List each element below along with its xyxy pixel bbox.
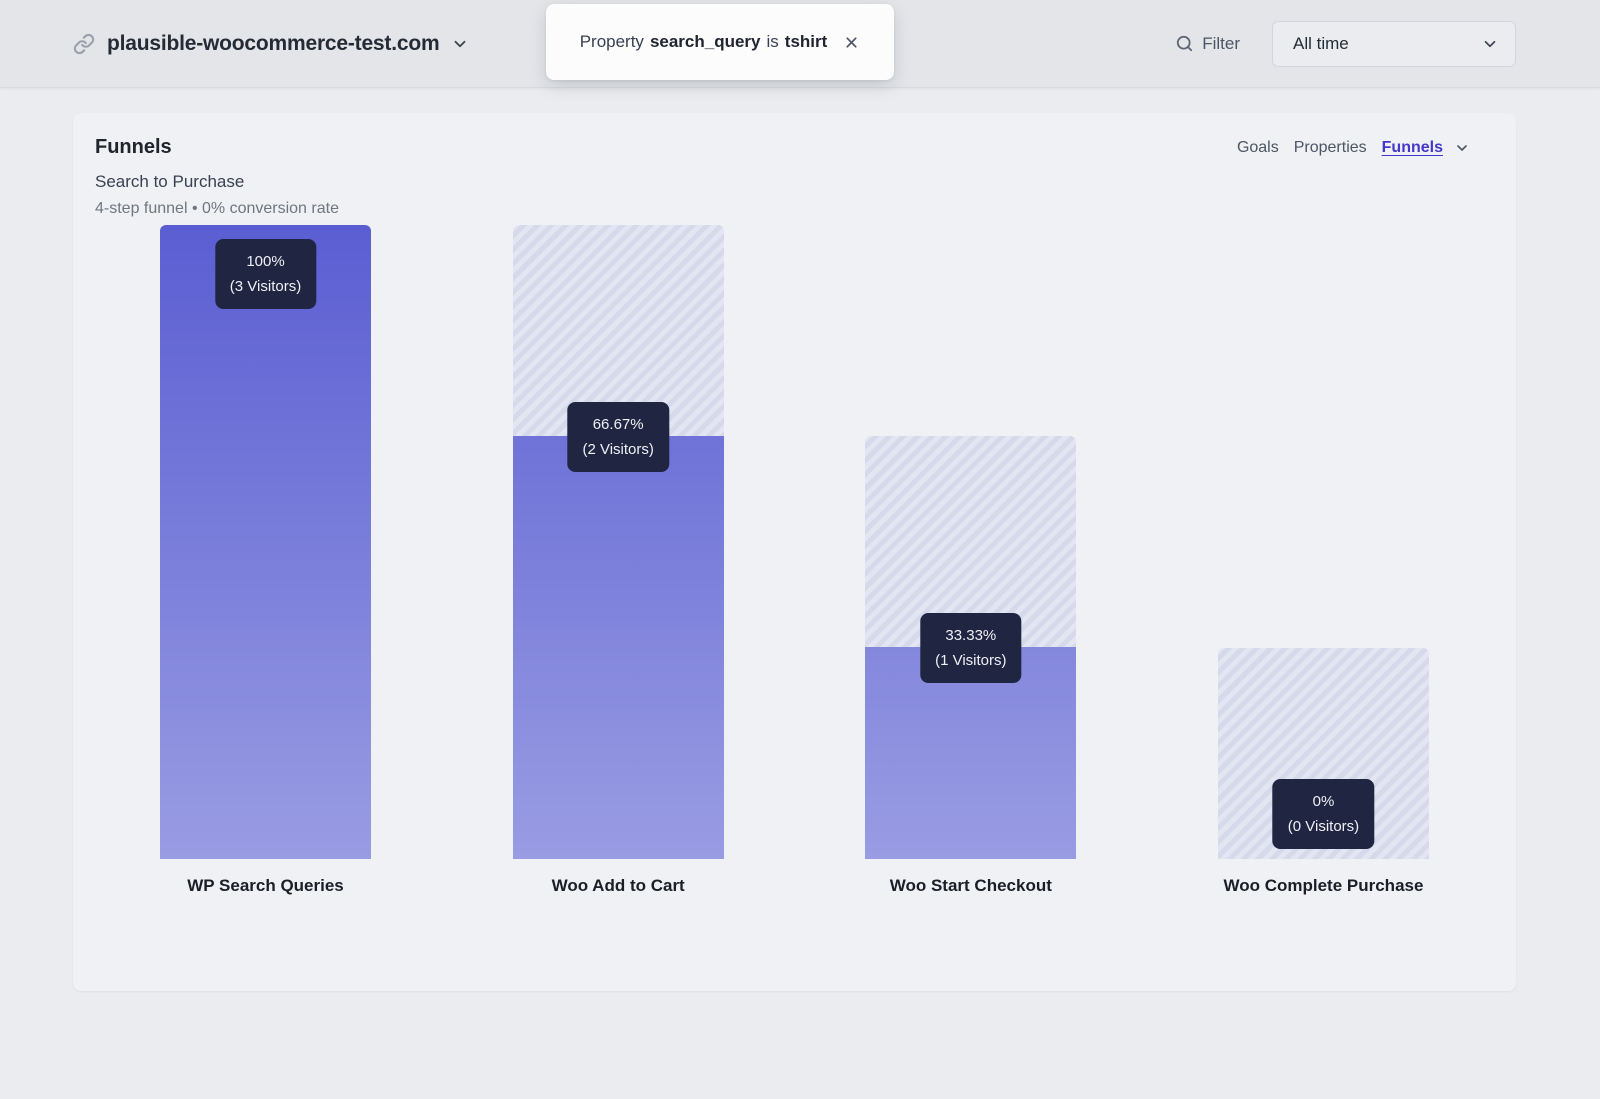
tooltip-percentage: 66.67% [582,412,653,437]
card-title: Funnels [95,136,172,159]
funnel-tooltip: 66.67% (2 Visitors) [567,402,668,472]
filter-button-label: Filter [1202,34,1240,54]
funnel-meta: 4-step funnel • 0% conversion rate [95,200,1494,218]
site-switcher[interactable]: plausible-woocommerce-test.com [73,32,469,56]
tooltip-visitors: (0 Visitors) [1288,814,1359,839]
chevron-down-icon[interactable] [1454,140,1470,156]
step-label: Woo Complete Purchase [1223,876,1423,896]
tooltip-visitors: (2 Visitors) [582,437,653,462]
chevron-down-icon [451,35,469,53]
tab-properties[interactable]: Properties [1294,139,1367,157]
filter-verb: is [767,32,779,52]
funnel-chart: 100% (3 Visitors) WP Search Queries 66.6… [95,262,1494,896]
date-range-value: All time [1293,34,1349,54]
funnel-tooltip: 33.33% (1 Visitors) [920,613,1021,683]
funnel-bar[interactable]: 66.67% (2 Visitors) [513,225,724,859]
step-label: Woo Start Checkout [890,876,1052,896]
chevron-down-icon [1481,35,1499,53]
funnel-bar[interactable]: 100% (3 Visitors) [160,225,371,859]
tab-goals[interactable]: Goals [1237,139,1279,157]
filter-property: search_query [650,32,761,52]
funnel-bar[interactable]: 0% (0 Visitors) [1218,648,1429,859]
search-icon [1175,34,1194,53]
tooltip-percentage: 0% [1288,789,1359,814]
step-label: Woo Add to Cart [552,876,685,896]
funnel-bar-converted [160,225,371,859]
active-filter-pill[interactable]: Property search_query is tshirt [546,4,894,80]
step-label: WP Search Queries [187,876,344,896]
tooltip-percentage: 33.33% [935,623,1006,648]
funnel-step-column: 0% (0 Visitors) Woo Complete Purchase [1218,648,1429,896]
tooltip-percentage: 100% [230,249,301,274]
tab-funnels[interactable]: Funnels [1382,139,1443,157]
report-tabs: Goals Properties Funnels [1237,136,1494,157]
filter-value: tshirt [785,32,828,52]
funnel-step-column: 66.67% (2 Visitors) Woo Add to Cart [513,225,724,896]
funnel-name: Search to Purchase [95,172,1494,192]
funnel-step-column: 100% (3 Visitors) WP Search Queries [160,225,371,896]
tooltip-visitors: (1 Visitors) [935,648,1006,673]
funnel-step-column: 33.33% (1 Visitors) Woo Start Checkout [865,436,1076,896]
tooltip-visitors: (3 Visitors) [230,274,301,299]
date-range-picker[interactable]: All time [1272,21,1516,67]
funnel-tooltip: 100% (3 Visitors) [215,239,316,309]
remove-filter-icon[interactable] [843,34,860,51]
funnel-tooltip: 0% (0 Visitors) [1273,779,1374,849]
funnel-bar[interactable]: 33.33% (1 Visitors) [865,436,1076,859]
filter-prefix: Property [580,32,644,52]
filter-button[interactable]: Filter [1175,34,1240,54]
funnel-bar-converted [513,436,724,859]
link-icon [73,33,95,55]
site-name: plausible-woocommerce-test.com [107,32,439,56]
funnels-card: Funnels Goals Properties Funnels Search … [73,113,1516,991]
